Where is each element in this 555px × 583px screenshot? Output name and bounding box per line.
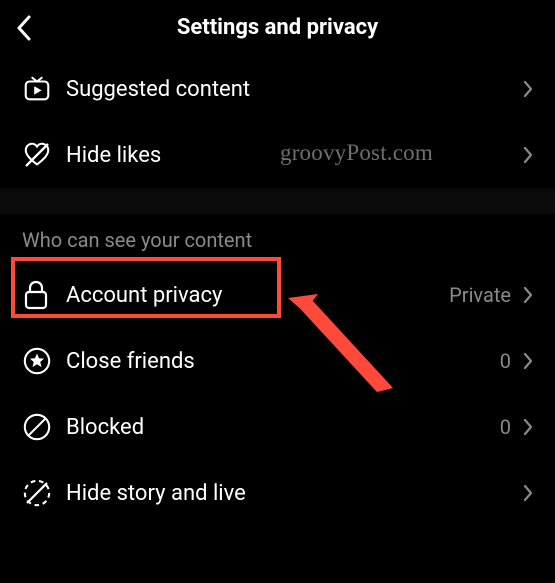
row-value: 0	[500, 349, 511, 373]
row-hide-likes[interactable]: Hide likes	[0, 122, 555, 188]
row-hide-story-and-live[interactable]: Hide story and live	[0, 460, 555, 526]
row-blocked[interactable]: Blocked 0	[0, 394, 555, 460]
row-label: Blocked	[66, 415, 500, 440]
chevron-right-icon	[521, 80, 535, 98]
row-label: Suggested content	[66, 77, 521, 102]
section-divider	[0, 188, 555, 214]
section-heading-who-can-see: Who can see your content	[0, 214, 555, 262]
suggested-content-icon	[22, 73, 60, 105]
hide-story-icon	[22, 477, 60, 509]
row-label: Account privacy	[66, 283, 449, 308]
section-content-preferences: Suggested content Hide likes	[0, 56, 555, 188]
row-label: Hide story and live	[66, 481, 521, 506]
chevron-right-icon	[521, 484, 535, 502]
row-close-friends[interactable]: Close friends 0	[0, 328, 555, 394]
row-suggested-content[interactable]: Suggested content	[0, 56, 555, 122]
back-button[interactable]	[10, 14, 38, 42]
chevron-right-icon	[521, 146, 535, 164]
page-title: Settings and privacy	[16, 15, 539, 40]
chevron-right-icon	[521, 418, 535, 436]
row-account-privacy[interactable]: Account privacy Private	[0, 262, 555, 328]
header-bar: Settings and privacy	[0, 0, 555, 56]
row-value: 0	[500, 415, 511, 439]
hide-likes-icon	[22, 139, 60, 171]
section-who-can-see: Account privacy Private Close friends 0	[0, 262, 555, 526]
chevron-right-icon	[521, 352, 535, 370]
chevron-right-icon	[521, 286, 535, 304]
star-circle-icon	[22, 345, 60, 377]
lock-icon	[22, 279, 60, 311]
row-label: Hide likes	[66, 143, 521, 168]
chevron-left-icon	[16, 15, 32, 41]
blocked-icon	[22, 411, 60, 443]
row-label: Close friends	[66, 349, 500, 374]
row-value: Private	[449, 283, 511, 307]
